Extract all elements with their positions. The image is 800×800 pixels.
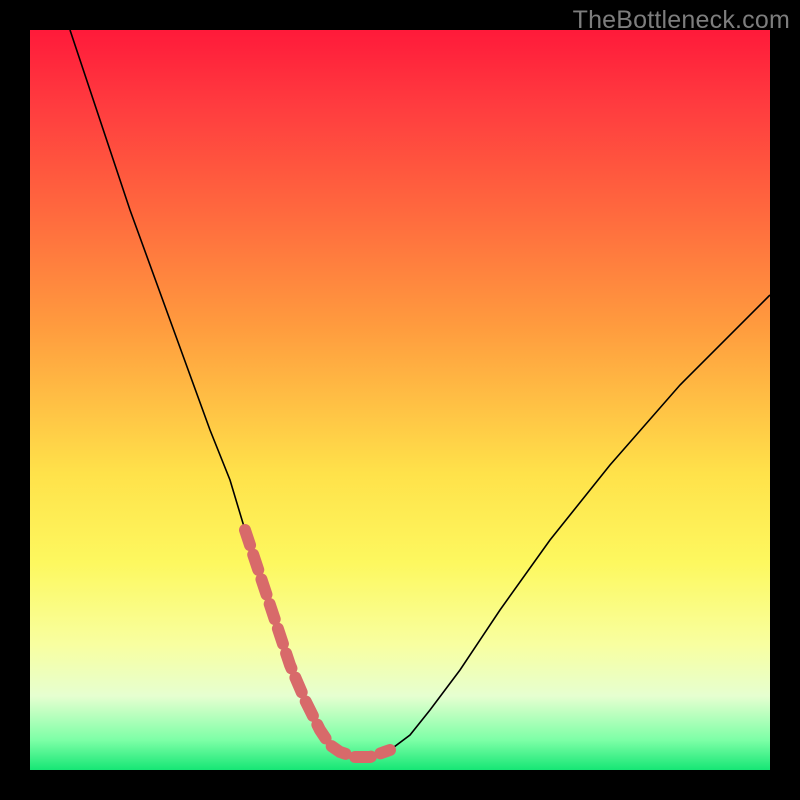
bottom-highlight-dash [245, 530, 390, 757]
bottleneck-plot [30, 30, 770, 770]
bottleneck-curve [70, 30, 770, 757]
watermark-text: TheBottleneck.com [573, 6, 790, 35]
chart-area [30, 30, 770, 770]
